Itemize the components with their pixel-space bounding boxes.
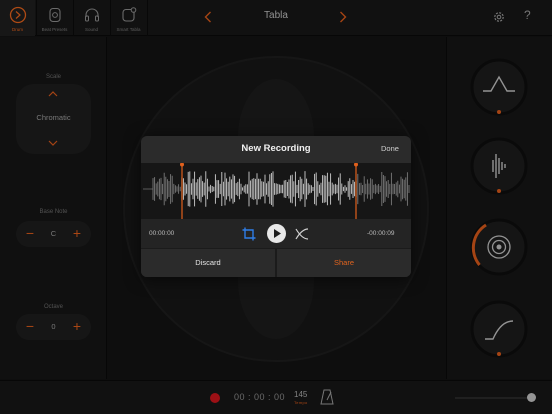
- remaining-time: -00:00:09: [367, 230, 395, 237]
- crop-icon: [242, 227, 256, 241]
- recording-waveform: [143, 162, 410, 219]
- crossfade-icon: [295, 228, 309, 240]
- dialog-actions: Discard Share: [141, 249, 411, 277]
- dialog-title: New Recording: [241, 143, 311, 154]
- share-button[interactable]: Share: [277, 249, 411, 277]
- play-button[interactable]: [267, 224, 286, 243]
- discard-button[interactable]: Discard: [141, 249, 275, 277]
- dialog-header: New Recording Done: [141, 136, 411, 163]
- elapsed-time: 00:00:00: [149, 230, 175, 237]
- fade-button[interactable]: [295, 227, 309, 241]
- waveform-editor[interactable]: [141, 162, 411, 219]
- trim-start-knob: [180, 162, 184, 167]
- new-recording-dialog: New Recording Done 00:00:00 -00:00:09 Di…: [141, 136, 411, 277]
- trim-button[interactable]: [242, 227, 256, 241]
- trim-end-knob: [354, 162, 358, 167]
- playback-controls: 00:00:00 -00:00:09: [141, 219, 411, 248]
- done-button[interactable]: Done: [381, 144, 399, 153]
- play-icon: [274, 229, 281, 238]
